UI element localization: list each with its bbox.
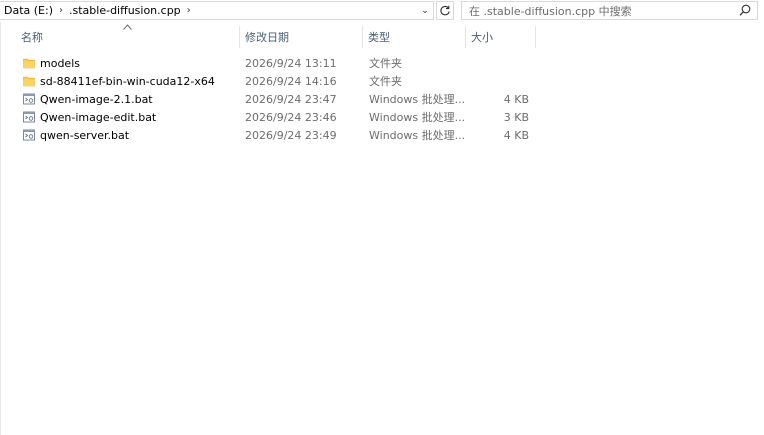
- folder-icon: [22, 72, 36, 90]
- file-date: 2026/9/24 23:49: [245, 128, 337, 142]
- file-size: 4 KB: [503, 128, 529, 142]
- file-type: Windows 批处理...: [369, 111, 466, 124]
- file-size: [466, 54, 529, 72]
- breadcrumb-drive[interactable]: Data (E:): [4, 4, 53, 17]
- address-bar[interactable]: Data (E:) › .stable-diffusion.cpp › ⌄: [0, 1, 434, 20]
- file-row[interactable]: qwen-server.bat 2026/9/24 23:49 Windows …: [0, 126, 764, 144]
- file-size: 3 KB: [503, 110, 529, 124]
- file-name: Qwen-image-edit.bat: [40, 110, 157, 124]
- file-size: 4 KB: [503, 92, 529, 106]
- search-icon[interactable]: [738, 3, 752, 18]
- batch-file-icon: [22, 108, 36, 126]
- navigation-bar: Data (E:) › .stable-diffusion.cpp › ⌄ 在 …: [0, 0, 764, 22]
- file-row[interactable]: sd-88411ef-bin-win-cuda12-x64 2026/9/24 …: [0, 72, 764, 90]
- file-name: models: [40, 56, 80, 70]
- breadcrumb-folder[interactable]: .stable-diffusion.cpp: [69, 4, 181, 17]
- file-type: 文件夹: [369, 57, 402, 70]
- batch-file-icon: [22, 126, 36, 144]
- file-row[interactable]: Qwen-image-edit.bat 2026/9/24 23:46 Wind…: [0, 108, 764, 126]
- column-header-size[interactable]: 大小: [466, 26, 536, 48]
- file-size: [466, 72, 529, 90]
- column-header-date[interactable]: 修改日期: [240, 26, 363, 48]
- column-header-name[interactable]: 名称: [16, 26, 240, 48]
- file-date: 2026/9/24 13:11: [245, 56, 337, 70]
- search-box[interactable]: 在 .stable-diffusion.cpp 中搜索: [461, 1, 758, 20]
- file-date: 2026/9/24 23:46: [245, 110, 337, 124]
- file-name: sd-88411ef-bin-win-cuda12-x64: [40, 74, 215, 88]
- file-date: 2026/9/24 23:47: [245, 92, 337, 106]
- refresh-button[interactable]: [436, 1, 454, 20]
- batch-file-icon: [22, 90, 36, 108]
- file-date: 2026/9/24 14:16: [245, 74, 337, 88]
- file-name: qwen-server.bat: [40, 128, 130, 142]
- breadcrumb-chevron-icon[interactable]: ›: [187, 5, 191, 16]
- file-name: Qwen-image-2.1.bat: [40, 92, 153, 106]
- folder-icon: [22, 54, 36, 72]
- address-history-chevron-down-icon[interactable]: ⌄: [417, 2, 433, 19]
- file-type: 文件夹: [369, 75, 402, 88]
- file-type: Windows 批处理...: [369, 93, 466, 106]
- breadcrumb-chevron-icon[interactable]: ›: [59, 5, 63, 16]
- file-type: Windows 批处理...: [369, 129, 466, 142]
- file-row[interactable]: Qwen-image-2.1.bat 2026/9/24 23:47 Windo…: [0, 90, 764, 108]
- file-list: models 2026/9/24 13:11 文件夹 sd-88411ef-bi…: [0, 54, 764, 144]
- column-header-row: 名称 修改日期 类型 大小: [0, 22, 764, 52]
- file-row[interactable]: models 2026/9/24 13:11 文件夹: [0, 54, 764, 72]
- column-header-type[interactable]: 类型: [363, 26, 466, 48]
- search-placeholder: 在 .stable-diffusion.cpp 中搜索: [469, 4, 632, 18]
- refresh-icon: [440, 5, 450, 15]
